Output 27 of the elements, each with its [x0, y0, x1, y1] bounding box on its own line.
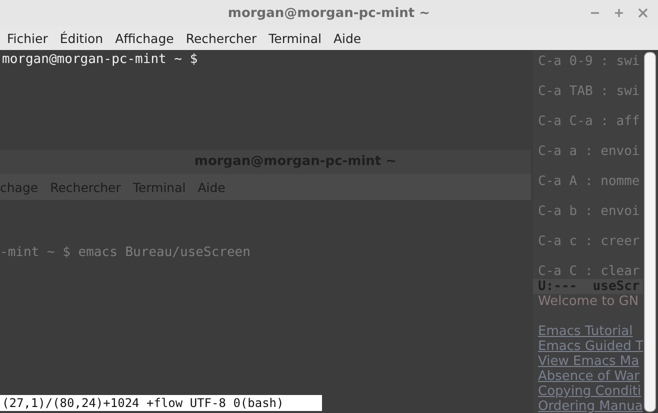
ghost-text-line: Ordering Manua: [537, 399, 643, 413]
menu-item[interactable]: Affichage: [115, 31, 174, 46]
ghost-text-line: C-a A : nomme: [537, 174, 641, 189]
ghost-text-line: C-a TAB : swi: [537, 84, 641, 99]
ghost-text-line: C-a b : envoi: [537, 204, 641, 219]
scrollbar[interactable]: [644, 52, 656, 412]
menu-item[interactable]: Aide: [333, 31, 362, 46]
ghost-text-line: Absence of War: [537, 369, 640, 384]
ghost-text-line: C-a c : creer: [537, 234, 641, 249]
menu-item[interactable]: Rechercher: [186, 31, 257, 46]
ghost-text-line: C-a C-a : aff: [537, 114, 641, 129]
ghost-text-line: C-a 0-9 : swi: [537, 54, 641, 69]
terminal-line: morgan@morgan-pc-mint ~ $: [2, 52, 198, 67]
close-icon[interactable]: [638, 8, 648, 18]
ghost-text-line: C-a a : envoi: [537, 144, 641, 159]
ghost-text-line: View Emacs Ma: [537, 354, 640, 369]
ghost-text-line: Copying Conditi: [537, 384, 642, 399]
window-title: morgan@morgan-pc-mint ~: [228, 6, 430, 21]
menu-item[interactable]: Fichier: [7, 31, 48, 46]
menu-item[interactable]: Terminal: [268, 31, 322, 46]
menu-item[interactable]: Édition: [60, 31, 104, 46]
maximize-icon[interactable]: [614, 8, 624, 18]
ghost-command-line: -mint ~ $ emacs Bureau/useScreen: [0, 245, 250, 260]
ghost-text-line: Emacs Guided T: [537, 339, 643, 354]
ghost-text-line: Welcome to GN: [537, 294, 640, 309]
ghost-text-line: C-a C : clear: [537, 264, 641, 279]
ghost-text-line: Emacs Tutorial: [537, 324, 634, 339]
